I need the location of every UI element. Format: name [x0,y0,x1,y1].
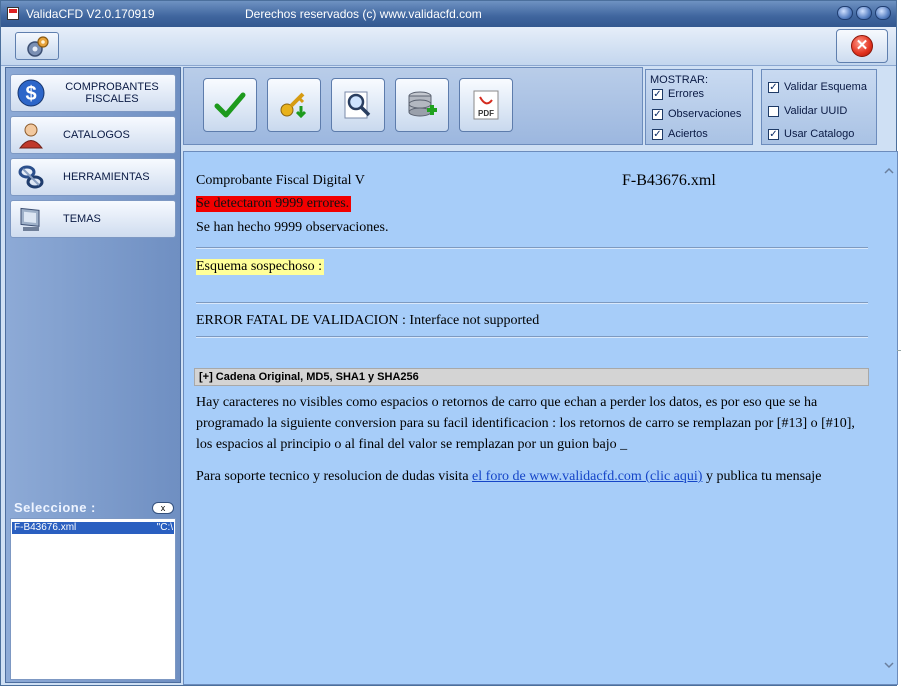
database-add-button[interactable] [395,78,449,132]
search-button[interactable] [331,78,385,132]
window-close-icon[interactable] [875,6,891,20]
list-item[interactable]: F-B43676.xml "C:\ [12,522,174,534]
vertical-scrollbar[interactable] [881,152,897,684]
clear-selection-button[interactable]: x [152,502,174,514]
top-strip: ✕ [1,27,896,66]
title-bar: ValidaCFD V2.0.170919 Derechos reservado… [1,1,896,27]
action-toolbar: PDF [183,67,643,145]
checkbox-box[interactable]: ✓ [652,128,663,140]
document-file-name: F-B43676.xml [622,172,716,189]
sidebar: $ COMPROBANTES FISCALES CATALOGOS HERRAM… [5,67,181,683]
fatal-error-message: ERROR FATAL DE VALIDACION : Interface no… [196,313,540,328]
checkbox-label: Aciertos [668,128,708,140]
sidebar-item-comprobantes[interactable]: $ COMPROBANTES FISCALES [10,74,176,112]
checkbox-box[interactable] [768,105,779,117]
checkbox-box[interactable]: ✓ [768,81,779,93]
observations-summary: Se han hecho 9999 observaciones. [196,220,389,235]
document-type: Comprobante Fiscal Digital V [196,173,365,188]
info-paragraph: Hay caracteres no visibles como espacios… [196,395,855,452]
settings-button[interactable] [15,32,59,60]
file-path: "C:\ [156,522,173,533]
app-icon [7,7,19,20]
checkbox-errores[interactable]: ✓ Errores [652,87,704,101]
window-subtitle: Derechos reservados (c) www.validacfd.co… [245,7,482,21]
maximize-icon[interactable] [856,6,872,20]
errors-summary: Se detectaron 9999 errores. [196,196,352,212]
support-line: Para soporte tecnico y resolucion de dud… [196,469,821,485]
close-icon: ✕ [851,35,873,57]
monitor-icon [20,207,40,231]
divider [196,336,868,338]
checkbox-label: Errores [668,88,705,100]
mostrar-group: MOSTRAR: ✓ Errores ✓ Observaciones ✓ Aci… [645,69,753,145]
seleccione-label: Seleccione : [14,500,96,515]
window-title: ValidaCFD V2.0.170919 [26,7,155,21]
pdf-icon: PDF [473,90,499,120]
sidebar-item-catalogos[interactable]: CATALOGOS [10,116,176,154]
cadena-original-toggle[interactable]: [+] Cadena Original, MD5, SHA1 y SHA256 [194,368,869,386]
esquema-status: Esquema sospechoso : [196,259,324,275]
key-download-button[interactable] [267,78,321,132]
app-window: ValidaCFD V2.0.170919 Derechos reservado… [0,0,898,686]
checkbox-box[interactable]: ✓ [652,108,663,120]
validate-button[interactable] [203,78,257,132]
support-suffix: y publica tu mensaje [702,469,822,484]
scroll-up-icon[interactable] [884,166,894,176]
sidebar-item-label: HERRAMIENTAS [63,171,150,183]
checkbox-label: Observaciones [668,108,742,120]
tools-icon [18,165,44,189]
checkbox-label: Validar Esquema [784,81,867,93]
pdf-icon-label: PDF [478,109,494,118]
dollar-icon: $ [17,79,45,107]
support-prefix: Para soporte tecnico y resolucion de dud… [196,469,473,484]
sidebar-item-label: TEMAS [63,213,101,225]
checkbox-validar-uuid[interactable]: Validar UUID [768,104,847,118]
sidebar-item-herramientas[interactable]: HERRAMIENTAS [10,158,176,196]
sidebar-item-label: COMPROBANTES FISCALES [65,81,159,105]
check-icon [214,92,246,118]
divider [196,247,868,249]
minimize-icon[interactable] [837,6,853,20]
database-add-icon [408,91,437,117]
background-edge [897,350,901,351]
sidebar-item-temas[interactable]: TEMAS [10,200,176,238]
checkbox-label: Usar Catalogo [784,128,855,140]
scroll-down-icon[interactable] [884,660,894,670]
results-panel[interactable]: Comprobante Fiscal Digital V F-B43676.xm… [183,151,898,685]
gear-icon [27,36,49,57]
validar-group: ✓ Validar Esquema Validar UUID ✓ Usar Ca… [761,69,877,145]
checkbox-box[interactable]: ✓ [768,128,779,140]
file-list[interactable]: F-B43676.xml "C:\ [10,518,176,680]
checkbox-validar-esquema[interactable]: ✓ Validar Esquema [768,80,867,94]
checkbox-label: Validar UUID [784,105,848,117]
pdf-button[interactable]: PDF [459,78,513,132]
divider [196,302,868,304]
user-icon [19,123,43,149]
checkbox-box[interactable]: ✓ [652,88,663,100]
search-icon [344,91,371,119]
forum-link[interactable]: el foro de www.validacfd.com (clic aqui) [472,469,702,484]
mostrar-title: MOSTRAR: [650,74,709,86]
svg-text:$: $ [25,83,36,105]
checkbox-aciertos[interactable]: ✓ Aciertos [652,127,708,141]
checkbox-usar-catalogo[interactable]: ✓ Usar Catalogo [768,127,854,141]
key-icon [280,92,307,119]
checkbox-observaciones[interactable]: ✓ Observaciones [652,107,741,121]
sidebar-item-label: CATALOGOS [63,129,130,141]
exit-button[interactable]: ✕ [836,29,888,63]
file-name: F-B43676.xml [14,522,77,533]
